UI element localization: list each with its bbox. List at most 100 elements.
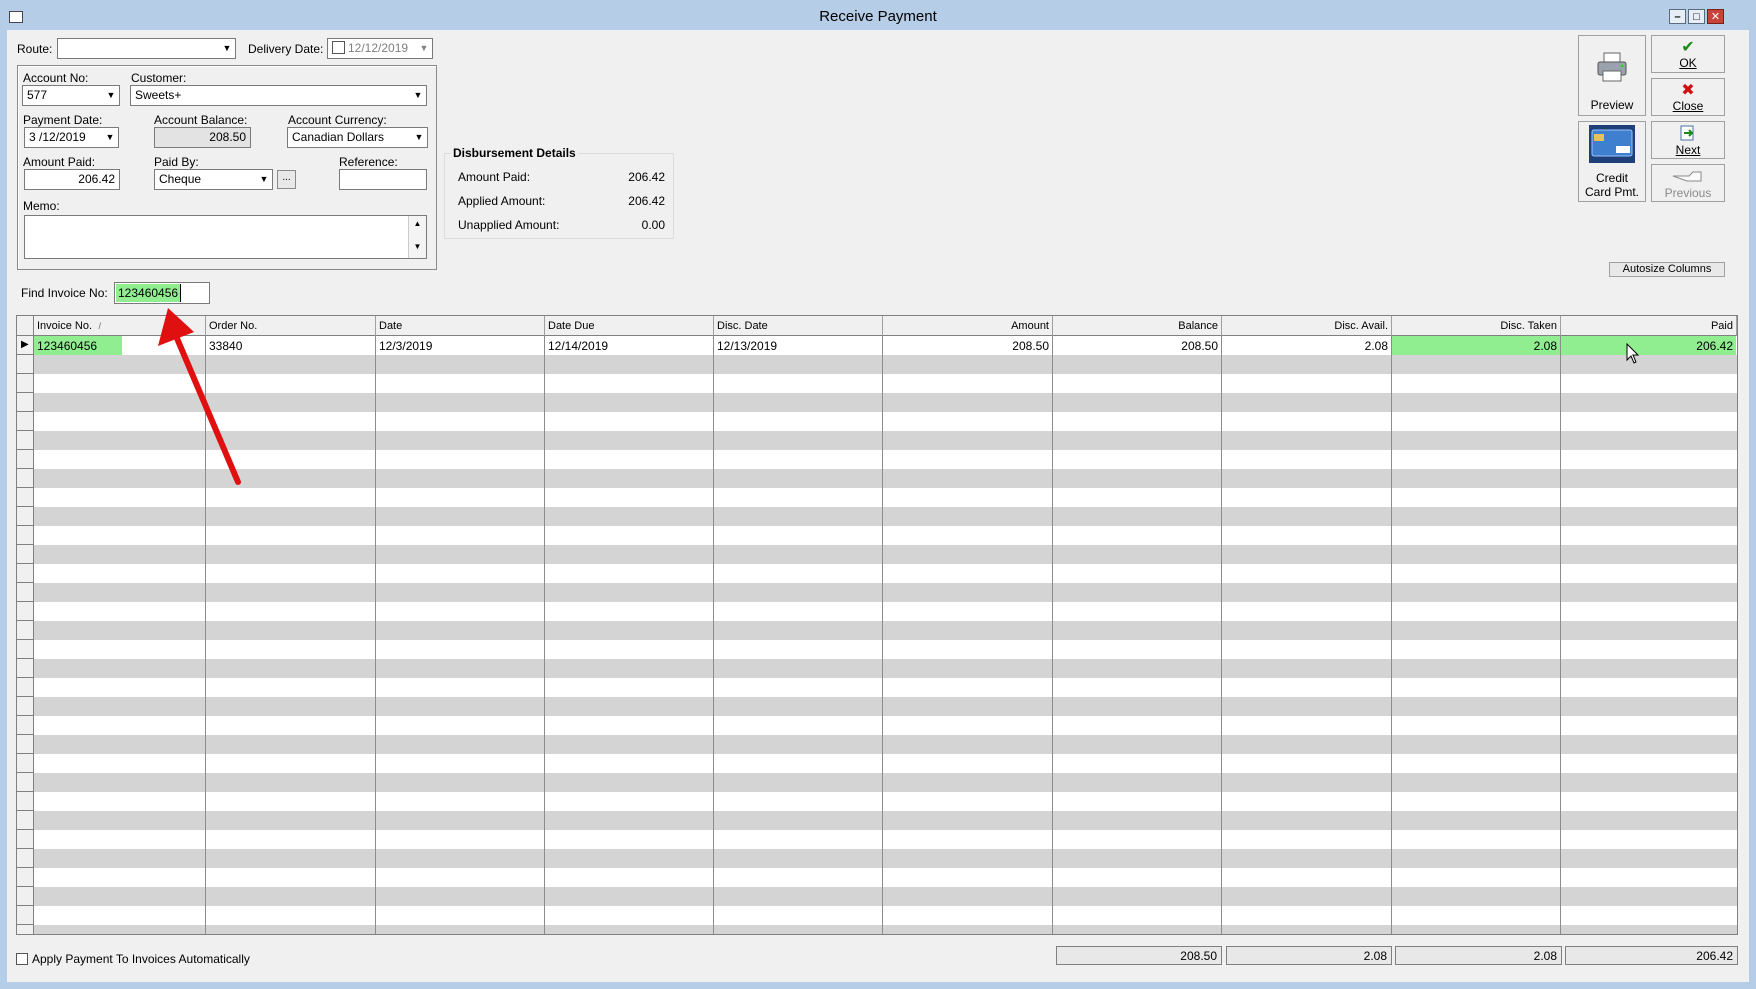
maximize-button[interactable]: □ [1688,9,1705,24]
next-button[interactable]: Next [1651,121,1725,159]
x-icon: ✖ [1681,82,1695,99]
credit-card-payment-button[interactable]: Credit Card Pmt. [1578,121,1646,202]
row-selector[interactable] [17,621,34,640]
column-header-disc-date[interactable]: Disc. Date [714,316,883,336]
column-header-date[interactable]: Date [376,316,545,336]
grid-row-band [17,830,1737,849]
cell-disc-avail[interactable]: 2.08 [1222,336,1391,355]
autosize-columns-button[interactable]: Autosize Columns [1609,262,1725,277]
row-selector[interactable] [17,716,34,735]
account-currency-dropdown[interactable]: Canadian Dollars ▼ [287,127,428,148]
preview-button[interactable]: Preview [1578,35,1646,116]
row-selector[interactable] [17,374,34,393]
cell-disc-date[interactable]: 12/13/2019 [714,336,882,355]
chevron-down-icon: ▼ [106,90,116,100]
row-selector[interactable] [17,754,34,773]
delivery-date-picker[interactable]: 12/12/2019 ▼ [327,38,433,59]
auto-apply-checkbox[interactable] [16,953,28,965]
column-header-date-due[interactable]: Date Due [545,316,714,336]
previous-hand-icon [1672,171,1702,182]
row-selector[interactable] [17,545,34,564]
grid-row-band [17,868,1737,887]
column-header-balance[interactable]: Balance [1053,316,1222,336]
auto-apply-label[interactable]: Apply Payment To Invoices Automatically [32,952,250,966]
scroll-up-icon[interactable]: ▲ [409,219,426,228]
paid-by-dropdown[interactable]: Cheque ▼ [154,169,273,190]
column-header-amount[interactable]: Amount [883,316,1053,336]
row-selector[interactable] [17,393,34,412]
cell-paid[interactable]: 206.42 [1561,336,1736,355]
account-no-dropdown[interactable]: 577 ▼ [22,85,120,106]
amount-paid-field[interactable]: 206.42 [24,169,120,190]
grid-row-band [17,849,1737,868]
route-dropdown[interactable]: ▼ [57,38,236,59]
account-currency-label: Account Currency: [288,113,387,127]
delivery-date-checkbox[interactable] [332,41,345,54]
row-selector[interactable] [17,412,34,431]
row-selector[interactable] [17,811,34,830]
disbursement-title: Disbursement Details [451,146,578,160]
minimize-button[interactable]: – [1669,9,1686,24]
reference-field[interactable] [339,169,427,190]
row-selector[interactable] [17,602,34,621]
cell-amount[interactable]: 208.50 [883,336,1052,355]
row-selector[interactable] [17,583,34,602]
row-selector[interactable] [17,773,34,792]
memo-textarea[interactable]: ▲ ▼ [24,215,427,259]
row-selector[interactable] [17,697,34,716]
cell-balance[interactable]: 208.50 [1053,336,1221,355]
row-selector[interactable] [17,564,34,583]
payment-date-picker[interactable]: 3 /12/2019 ▼ [24,127,119,148]
column-header-disc-taken[interactable]: Disc. Taken [1392,316,1561,336]
row-selector[interactable] [17,678,34,697]
cell-disc-taken[interactable]: 2.08 [1392,336,1560,355]
payment-date-value: 3 /12/2019 [29,130,86,144]
next-label: Next [1675,143,1701,157]
row-selector[interactable] [17,925,34,934]
cell-date-due[interactable]: 12/14/2019 [545,336,713,355]
credit-card-label: Credit Card Pmt. [1579,171,1645,199]
grid-row-band [17,906,1737,925]
grid-row-band [17,583,1737,602]
close-button[interactable]: ✖ Close [1651,78,1725,116]
row-selector[interactable] [17,887,34,906]
column-divider [1221,336,1222,934]
row-selector[interactable] [17,355,34,374]
row-selector[interactable] [17,450,34,469]
window-frame-bottom [0,982,1756,989]
payment-date-label: Payment Date: [23,113,103,127]
grid-row-band [17,659,1737,678]
cell-date[interactable]: 12/3/2019 [376,336,544,355]
close-window-button[interactable]: ✕ [1707,9,1724,24]
grid-row-band [17,754,1737,773]
row-selector[interactable] [17,431,34,450]
row-selector[interactable] [17,792,34,811]
annotation-arrow [158,308,241,485]
row-selector[interactable] [17,640,34,659]
row-selector[interactable] [17,830,34,849]
grid-row-band [17,469,1737,488]
paid-by-more-button[interactable]: ... [277,170,296,189]
row-selector[interactable] [17,849,34,868]
scroll-down-icon[interactable]: ▼ [409,242,426,251]
previous-button[interactable]: Previous [1651,164,1725,202]
row-selector[interactable] [17,659,34,678]
row-selector[interactable] [17,526,34,545]
row-selector[interactable] [17,735,34,754]
invoice-grid[interactable]: Invoice No. / Order No. Date Date Due Disc. … [16,315,1738,935]
row-selector[interactable] [17,868,34,887]
row-selector[interactable] [17,507,34,526]
column-header-paid[interactable]: Paid [1561,316,1737,336]
row-selector[interactable] [17,488,34,507]
row-selector[interactable] [17,469,34,488]
title-bar: Receive Payment – □ ✕ [0,0,1756,30]
row-selector[interactable] [17,906,34,925]
grid-row-band [17,355,1737,374]
memo-scrollbar[interactable]: ▲ ▼ [408,216,426,258]
cell-invoice-no[interactable]: 123460456 [34,336,122,355]
customer-dropdown[interactable]: Sweets+ ▼ [130,85,427,106]
grid-row-band [17,507,1737,526]
column-divider [375,336,376,934]
column-header-disc-avail[interactable]: Disc. Avail. [1222,316,1392,336]
ok-button[interactable]: ✔ OK [1651,35,1725,73]
